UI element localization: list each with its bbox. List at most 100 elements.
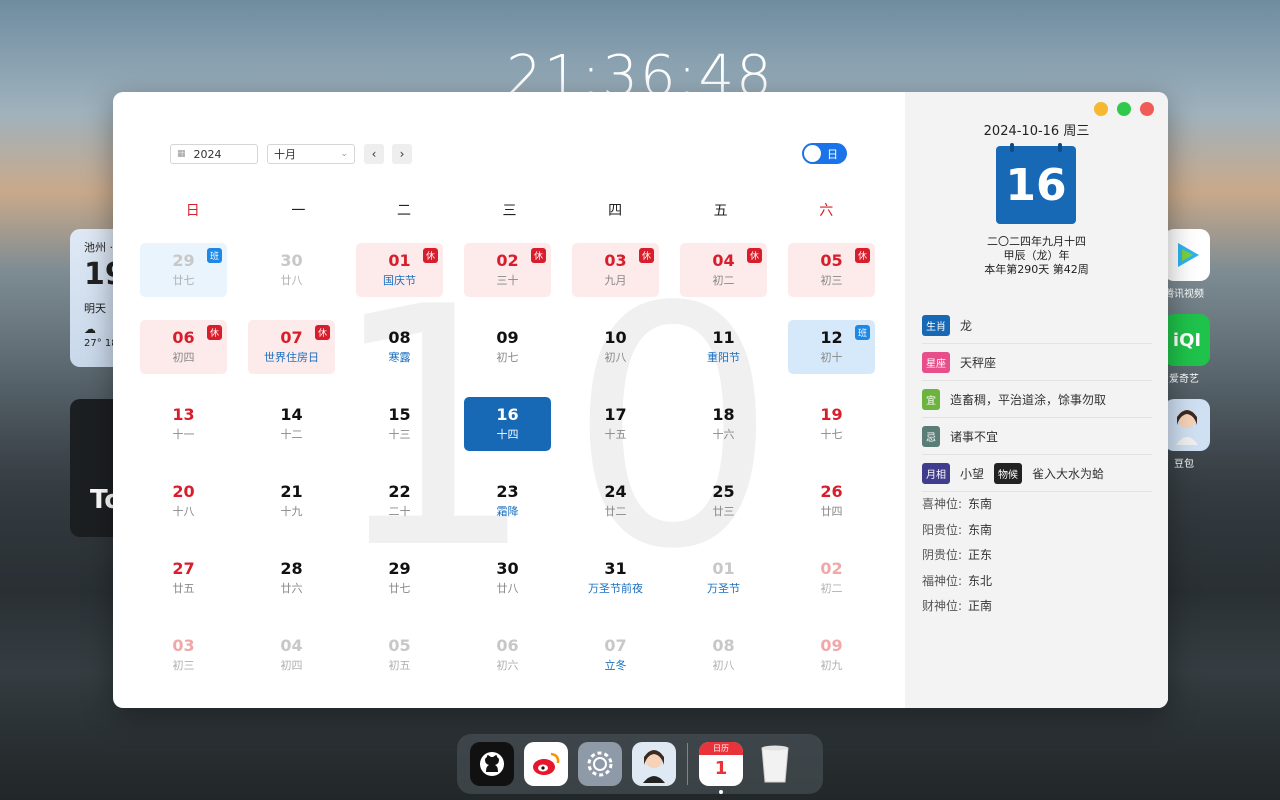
day-cell[interactable]: 05 初五	[356, 628, 443, 682]
day-cell[interactable]: 21 十九	[248, 474, 335, 528]
lunar-label: 廿八	[280, 274, 303, 287]
tag-ji: 忌	[922, 425, 940, 447]
selected-date: 2024-10-16 周三	[983, 124, 1090, 139]
day-cell[interactable]: 08 寒露	[356, 320, 443, 374]
day-cell[interactable]: 29 廿七	[356, 551, 443, 605]
holiday-badge: 休	[747, 248, 762, 263]
day-cell[interactable]: 26 廿四	[788, 474, 875, 528]
day-cell[interactable]: 01 万圣节	[680, 551, 767, 605]
maximize-button[interactable]	[1117, 102, 1131, 116]
day-cell[interactable]: 02 初二	[788, 551, 875, 605]
window-controls	[1085, 102, 1154, 116]
day-cell[interactable]: 15 十三	[356, 397, 443, 451]
lunar-label: 十一	[172, 428, 195, 441]
day-cell[interactable]: 03 九月休	[572, 243, 659, 297]
position-row: 福神位: 东北	[922, 572, 992, 598]
day-number: 29	[388, 559, 411, 578]
weekday-label: 四	[608, 203, 623, 219]
year-picker[interactable]: ▦ 2024	[170, 144, 258, 164]
dock-app-settings[interactable]	[578, 742, 622, 786]
day-cell[interactable]: 11 重阳节	[680, 320, 767, 374]
day-cell[interactable]: 06 初四休	[140, 320, 227, 374]
day-cell[interactable]: 10 初八	[572, 320, 659, 374]
lunar-label: 初五	[388, 659, 411, 672]
day-cell[interactable]: 14 十二	[248, 397, 335, 451]
dock: 日历 1	[457, 734, 823, 794]
day-cell[interactable]: 07 世界住房日休	[248, 320, 335, 374]
lunar-label: 初二	[712, 274, 735, 287]
day-cell[interactable]: 27 廿五	[140, 551, 227, 605]
month-select[interactable]: 十月 ⌄	[267, 144, 355, 164]
lunar-label: 廿八	[496, 582, 519, 595]
holiday-badge: 休	[423, 248, 438, 263]
lunar-label: 廿六	[280, 582, 303, 595]
lunar-label: 万圣节	[707, 582, 740, 595]
day-cell[interactable]: 25 廿三	[680, 474, 767, 528]
day-cell[interactable]: 24 廿二	[572, 474, 659, 528]
weekday-label: 六	[819, 203, 834, 219]
day-card: 16	[996, 143, 1076, 224]
day-number: 17	[604, 405, 627, 424]
day-cell[interactable]: 20 十八	[140, 474, 227, 528]
day-cell[interactable]: 03 初三	[140, 628, 227, 682]
position-row: 财神位: 正南	[922, 597, 992, 623]
github-icon	[480, 752, 504, 776]
view-toggle[interactable]: 日	[802, 143, 847, 164]
dock-app-trash[interactable]	[753, 742, 797, 786]
day-cell[interactable]: 31 万圣节前夜	[572, 551, 659, 605]
yi-value: 造畜稠，平治道涂，馀事勿取	[950, 392, 1107, 407]
side-app-doubao[interactable]: 豆包	[1164, 399, 1210, 470]
lunar-label: 廿四	[820, 505, 843, 518]
lunar-label: 霜降	[496, 505, 519, 518]
lunar-label: 初三	[820, 274, 843, 287]
day-cell[interactable]: 09 初九	[788, 628, 875, 682]
day-number: 18	[712, 405, 735, 424]
dock-app-calendar[interactable]: 日历 1	[699, 742, 743, 794]
day-cell[interactable]: 09 初七	[464, 320, 551, 374]
day-cell[interactable]: 04 初二休	[680, 243, 767, 297]
lunar-label: 寒露	[388, 351, 411, 364]
day-cell[interactable]: 04 初四	[248, 628, 335, 682]
day-number: 26	[820, 482, 843, 501]
yuexiang-value: 小望	[960, 466, 985, 481]
day-cell[interactable]: 23 霜降	[464, 474, 551, 528]
dock-app-doubao[interactable]	[632, 742, 676, 786]
day-cell[interactable]: 12 初十班	[788, 320, 875, 374]
day-number: 06	[496, 636, 519, 655]
minimize-button[interactable]	[1094, 102, 1108, 116]
toggle-knob	[804, 145, 821, 162]
day-cell[interactable]: 19 十七	[788, 397, 875, 451]
day-cell[interactable]: 06 初六	[464, 628, 551, 682]
day-cell[interactable]: 30 廿八	[248, 243, 335, 297]
lunar-label: 初三	[172, 659, 195, 672]
day-cell[interactable]: 22 二十	[356, 474, 443, 528]
side-app-tencent-video[interactable]: 腾讯视频	[1164, 229, 1210, 300]
dock-app-github[interactable]	[470, 742, 514, 786]
next-month-button[interactable]: ›	[392, 144, 412, 164]
lunar-label: 十六	[712, 428, 735, 441]
day-cell[interactable]: 29 廿七班	[140, 243, 227, 297]
day-cell[interactable]: 01 国庆节休	[356, 243, 443, 297]
year-progress: 本年第290天 第42周	[984, 263, 1089, 276]
day-cell[interactable]: 08 初八	[680, 628, 767, 682]
dock-app-weibo[interactable]	[524, 742, 568, 786]
day-cell[interactable]: 05 初三休	[788, 243, 875, 297]
day-cell[interactable]: 07 立冬	[572, 628, 659, 682]
close-button[interactable]	[1140, 102, 1154, 116]
ji-value: 诸事不宜	[950, 429, 999, 444]
lunar-label: 重阳节	[707, 351, 740, 364]
side-app-iqiyi[interactable]: iQI 爱奇艺	[1164, 314, 1210, 385]
day-cell[interactable]: 02 三十休	[464, 243, 551, 297]
prev-month-button[interactable]: ‹	[364, 144, 384, 164]
workday-badge: 班	[207, 248, 222, 263]
day-cell[interactable]: 13 十一	[140, 397, 227, 451]
weekday-header: 日 一 二 三 四 五 六	[140, 200, 879, 220]
wuhou-value: 雀入大水为蛤	[1032, 466, 1105, 481]
day-cell[interactable]: 17 十五	[572, 397, 659, 451]
day-cell[interactable]: 28 廿六	[248, 551, 335, 605]
weekday-label: 二	[396, 203, 411, 219]
day-cell[interactable]: 16 十四	[464, 397, 551, 451]
day-cell[interactable]: 18 十六	[680, 397, 767, 451]
day-cell[interactable]: 30 廿八	[464, 551, 551, 605]
lunar-label: 十三	[388, 428, 411, 441]
